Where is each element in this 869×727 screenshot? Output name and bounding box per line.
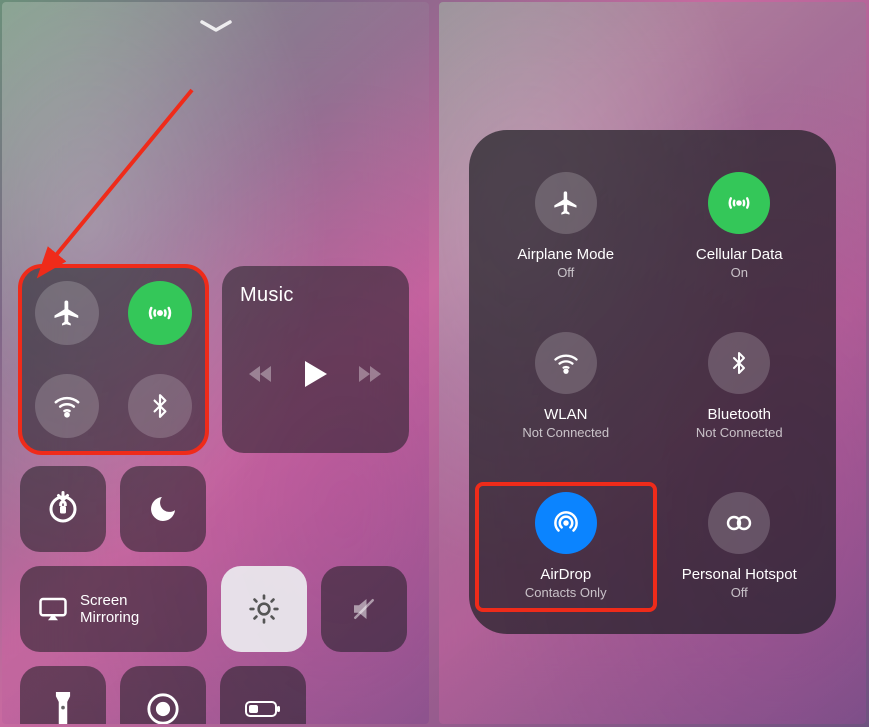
annotation-arrow	[32, 80, 202, 280]
next-track-icon[interactable]	[357, 364, 385, 384]
wifi-toggle[interactable]	[35, 374, 99, 438]
control-center-panel: Music Screen Mirroring	[2, 2, 429, 724]
hotspot-status: Off	[731, 585, 748, 600]
airplane-mode-toggle[interactable]	[35, 281, 99, 345]
mute-toggle[interactable]	[321, 566, 407, 652]
connectivity-module[interactable]	[20, 266, 207, 453]
play-icon[interactable]	[303, 359, 329, 389]
screen-mirroring-label: Screen Mirroring	[80, 592, 139, 627]
cellular-data-item[interactable]: Cellular Data On	[653, 166, 827, 288]
bluetooth-label: Bluetooth	[708, 406, 771, 423]
airplay-icon	[38, 596, 68, 622]
connectivity-expanded-panel: Airplane Mode Off Cellular Data On WLAN …	[439, 2, 866, 724]
flashlight-icon	[53, 692, 73, 724]
personal-hotspot-item[interactable]: Personal Hotspot Off	[653, 486, 827, 608]
wlan-status: Not Connected	[522, 425, 609, 440]
airdrop-icon	[535, 492, 597, 554]
screen-record-button[interactable]	[120, 666, 206, 724]
airdrop-status: Contacts Only	[525, 585, 607, 600]
airplane-icon	[535, 172, 597, 234]
battery-icon	[244, 699, 282, 719]
low-power-toggle[interactable]	[220, 666, 306, 724]
hotspot-label: Personal Hotspot	[682, 566, 797, 583]
airplane-label: Airplane Mode	[517, 246, 614, 263]
airplane-status: Off	[557, 265, 574, 280]
rotation-lock-toggle[interactable]	[20, 466, 106, 552]
airdrop-item[interactable]: AirDrop Contacts Only	[479, 486, 653, 608]
flashlight-toggle[interactable]	[20, 666, 106, 724]
bluetooth-item[interactable]: Bluetooth Not Connected	[653, 326, 827, 448]
music-module[interactable]: Music	[222, 266, 409, 453]
screen-mirroring-button[interactable]: Screen Mirroring	[20, 566, 207, 652]
do-not-disturb-toggle[interactable]	[120, 466, 206, 552]
connectivity-card: Airplane Mode Off Cellular Data On WLAN …	[469, 130, 836, 634]
cellular-antenna-icon	[708, 172, 770, 234]
bluetooth-status: Not Connected	[696, 425, 783, 440]
close-chevron-icon[interactable]	[198, 18, 234, 34]
mute-icon	[347, 594, 381, 624]
cellular-status: On	[731, 265, 748, 280]
previous-track-icon[interactable]	[247, 364, 275, 384]
brightness-icon	[248, 593, 280, 625]
airplane-mode-item[interactable]: Airplane Mode Off	[479, 166, 653, 288]
cellular-label: Cellular Data	[696, 246, 783, 263]
record-icon	[146, 692, 180, 724]
music-title: Music	[240, 284, 391, 307]
bluetooth-toggle[interactable]	[128, 374, 192, 438]
wlan-item[interactable]: WLAN Not Connected	[479, 326, 653, 448]
wlan-label: WLAN	[544, 406, 587, 423]
bluetooth-icon	[708, 332, 770, 394]
cellular-data-toggle[interactable]	[128, 281, 192, 345]
airdrop-label: AirDrop	[540, 566, 591, 583]
hotspot-icon	[708, 492, 770, 554]
brightness-slider[interactable]	[221, 566, 307, 652]
wifi-icon	[535, 332, 597, 394]
